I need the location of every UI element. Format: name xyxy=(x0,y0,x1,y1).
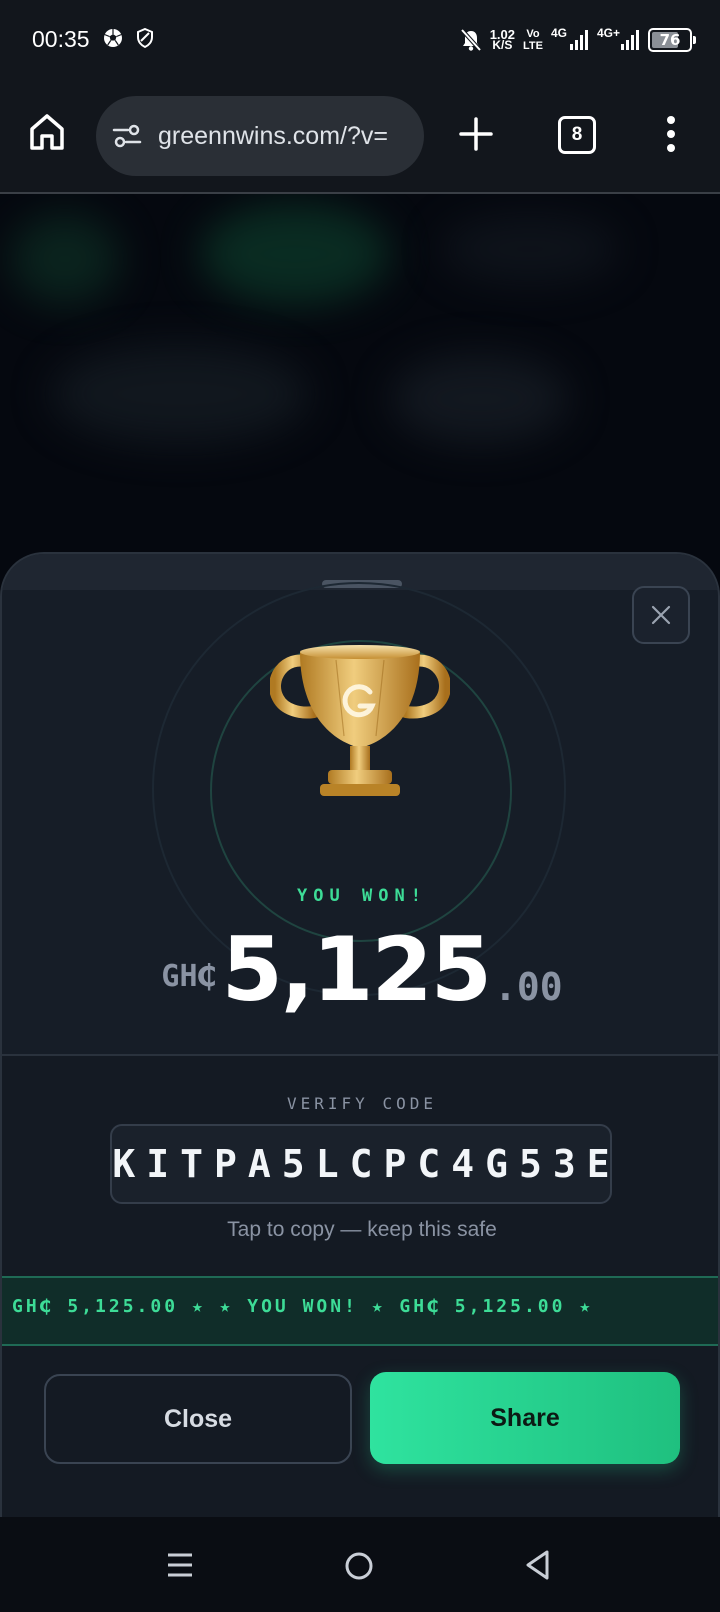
shield-icon xyxy=(137,28,153,48)
win-amount: GH₵ 5,125 .00 xyxy=(2,918,718,1021)
browser-toolbar: greennwins.com/?v= 8 xyxy=(0,80,720,194)
battery-icon: 76 xyxy=(648,28,696,52)
close-icon xyxy=(651,605,671,625)
address-bar[interactable]: greennwins.com/?v= xyxy=(96,96,424,176)
more-menu-icon[interactable] xyxy=(664,114,678,154)
verify-code-label: VERIFY CODE xyxy=(287,1094,437,1113)
signal-icon xyxy=(621,30,639,50)
system-nav-bar xyxy=(0,1517,720,1612)
tap-to-copy-hint: Tap to copy — keep this safe xyxy=(227,1218,497,1241)
home-circle-icon[interactable] xyxy=(344,1551,374,1581)
status-indicators: 1.02 K/S Vo LTE 4G 4G+ 76 xyxy=(460,24,696,56)
net-speed-unit: K/S xyxy=(492,38,513,52)
trophy-icon xyxy=(270,645,450,796)
background-blur xyxy=(50,344,310,444)
sim2-network-label: 4G+ xyxy=(596,26,620,40)
new-tab-plus-icon[interactable] xyxy=(458,116,494,152)
background-blur xyxy=(10,214,120,304)
battery-level: 76 xyxy=(659,31,681,49)
recents-menu-icon[interactable] xyxy=(166,1551,194,1579)
volte-top: Vo xyxy=(526,28,540,40)
amount-whole: 5,125 xyxy=(221,918,492,1021)
signal-icon xyxy=(569,30,588,50)
verify-code-value: KITPA5LCPC4G53E xyxy=(112,1142,621,1186)
verify-section: VERIFY CODE KITPA5LCPC4G53E Tap to copy … xyxy=(2,1056,718,1517)
back-triangle-icon[interactable] xyxy=(524,1549,552,1581)
modal-close-x-button[interactable] xyxy=(632,586,690,644)
ticker-text: GH₵ 5,125.00 ★ ★ YOU WON! ★ GH₵ 5,125.00… xyxy=(12,1296,594,1317)
sim1-network-label: 4G xyxy=(550,26,567,40)
url-text: greennwins.com/?v= xyxy=(158,121,388,150)
site-settings-icon[interactable] xyxy=(112,123,142,149)
win-modal-sheet: YOU WON! GH₵ 5,125 .00 VERIFY CODE KITPA… xyxy=(0,552,720,1517)
status-time: 00:35 xyxy=(32,26,90,52)
win-ticker: GH₵ 5,125.00 ★ ★ YOU WON! ★ GH₵ 5,125.00… xyxy=(2,1276,718,1346)
you-won-headline: YOU WON! xyxy=(297,886,427,906)
verify-code-box[interactable]: KITPA5LCPC4G53E xyxy=(110,1124,612,1204)
football-icon xyxy=(104,29,122,47)
bell-off-icon xyxy=(460,28,482,52)
currency-symbol: GH₵ xyxy=(161,959,216,994)
net-speed: 1.02 K/S xyxy=(490,28,515,52)
amount-decimal: .00 xyxy=(493,965,563,1009)
background-blur xyxy=(200,204,390,304)
volte-bottom: LTE xyxy=(523,40,543,52)
home-icon[interactable] xyxy=(28,112,66,152)
tabs-button[interactable]: 8 xyxy=(558,116,596,154)
background-blur xyxy=(440,214,620,284)
status-bar: 00:35 1.02 K/S Vo LTE 4G 4G+ 76 xyxy=(0,0,720,80)
share-button[interactable]: Share xyxy=(370,1372,680,1464)
close-button[interactable]: Close xyxy=(44,1374,352,1464)
background-blur xyxy=(390,354,570,444)
volte-indicator: Vo LTE xyxy=(523,28,543,52)
